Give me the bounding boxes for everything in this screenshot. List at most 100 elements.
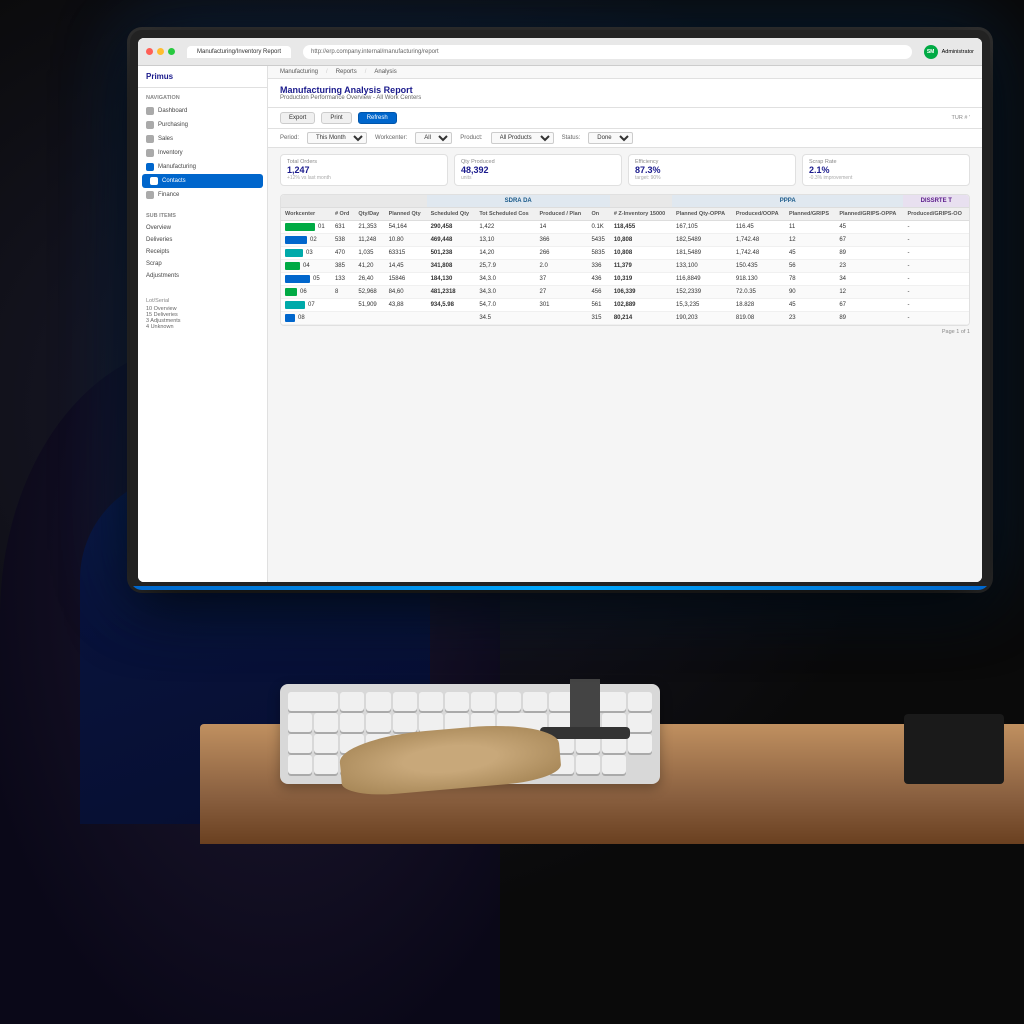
browser-chrome: Manufacturing/Inventory Report http://er… — [138, 38, 982, 66]
table-row[interactable]: 06 8 52,968 84,60 481,2318 34,3.0 27 456… — [281, 286, 969, 299]
sidebar-item-scrap[interactable]: Scrap — [138, 258, 267, 270]
sidebar-label-adjustments: Adjustments — [146, 273, 179, 279]
th-ord[interactable]: # Ord — [331, 208, 354, 221]
key[interactable] — [314, 755, 338, 774]
cell-plan-oppa: 152,2339 — [672, 286, 732, 299]
cell-workcenter: 06 — [281, 286, 331, 299]
th-qty-day[interactable]: Qty/Day — [354, 208, 384, 221]
key[interactable] — [393, 692, 417, 711]
window-minimize-dot[interactable] — [157, 48, 164, 55]
sidebar-item-inventory[interactable]: Inventory — [138, 146, 267, 160]
th-plan-grips[interactable]: Planned/GRIPS — [785, 208, 835, 221]
sidebar-item-contacts[interactable]: Contacts — [142, 174, 263, 188]
cell-plan-oppa: 116,8849 — [672, 273, 732, 286]
table-row[interactable]: 02 538 11,248 10.80 469,448 13,10 366 54… — [281, 234, 969, 247]
cell-tot-sched: 34.5 — [475, 312, 535, 325]
cell-prod-oopa: 18.828 — [732, 299, 785, 312]
card-orders-sub: +12% vs last month — [287, 175, 441, 181]
table-row[interactable]: 08 34.5 315 80,214 190,203 819.08 23 89 … — [281, 312, 969, 325]
cell-plan-grips: 45 — [785, 299, 835, 312]
breadcrumb-mfg[interactable]: Manufacturing — [280, 69, 318, 75]
cell-prod-oopa: 819.08 — [732, 312, 785, 325]
filter-status-label: Status: — [562, 135, 581, 141]
sidebar-item-finance[interactable]: Finance — [138, 188, 267, 202]
key[interactable] — [497, 692, 521, 711]
key[interactable] — [628, 713, 652, 732]
table-row[interactable]: 01 631 21,353 54,164 290,458 1,422 14 0.… — [281, 221, 969, 234]
key[interactable] — [288, 755, 312, 774]
th-plan-grips-oppa[interactable]: Planned/GRIPS-OPPA — [835, 208, 903, 221]
sidebar-num-4: 4 Unknown — [146, 324, 259, 330]
breadcrumb-reports[interactable]: Reports — [336, 69, 357, 75]
filter-status-select[interactable]: Done — [588, 132, 633, 144]
sidebar-item-adjustments[interactable]: Adjustments — [138, 270, 267, 282]
table-row[interactable]: 04 385 41,20 14,45 341,808 25,7.9 2.0 33… — [281, 260, 969, 273]
key[interactable] — [314, 734, 338, 753]
card-qty-sub: units — [461, 175, 615, 181]
key[interactable] — [445, 692, 469, 711]
card-scrap-value: 2.1% — [809, 165, 963, 175]
cell-z-inv: 10,319 — [610, 273, 672, 286]
sidebar-item-sales[interactable]: Sales — [138, 132, 267, 146]
mfg-icon — [146, 163, 154, 171]
key[interactable] — [340, 692, 364, 711]
th-sched-qty[interactable]: Scheduled Qty — [427, 208, 476, 221]
browser-tab[interactable]: Manufacturing/Inventory Report — [187, 46, 291, 58]
key[interactable] — [340, 713, 364, 732]
sidebar-item-overview[interactable]: Overview — [138, 222, 267, 234]
cell-on: 5435 — [587, 234, 609, 247]
th-plan-oppa[interactable]: Planned Qty-OPPA — [672, 208, 732, 221]
cell-workcenter: 03 — [281, 247, 331, 260]
th-on[interactable]: On — [587, 208, 609, 221]
filter-prod-select[interactable]: All Products — [491, 132, 554, 144]
sidebar-nav: Navigation Dashboard Purchasing — [138, 88, 267, 206]
cell-qty-day: 52,968 — [354, 286, 384, 299]
th-tot-sched[interactable]: Tot Scheduled Cos — [475, 208, 535, 221]
sidebar-item-manufacturing[interactable]: Manufacturing — [138, 160, 267, 174]
key[interactable] — [628, 692, 652, 711]
th-planned[interactable]: Planned Qty — [385, 208, 427, 221]
th-prod-grips[interactable]: Produced/GRIPS-OO — [903, 208, 969, 221]
key[interactable] — [576, 755, 600, 774]
key[interactable] — [366, 692, 390, 711]
key[interactable] — [314, 713, 338, 732]
key[interactable] — [523, 692, 547, 711]
key[interactable] — [288, 734, 312, 753]
sidebar-item-purchasing[interactable]: Purchasing — [138, 118, 267, 132]
window-close-dot[interactable] — [146, 48, 153, 55]
th-prod-plan[interactable]: Produced / Plan — [535, 208, 587, 221]
table-row[interactable]: 07 51,909 43,88 934,5.98 54,7.0 301 561 … — [281, 299, 969, 312]
window-maximize-dot[interactable] — [168, 48, 175, 55]
key[interactable] — [393, 713, 417, 732]
sidebar-item-deliveries[interactable]: Deliveries — [138, 234, 267, 246]
key[interactable] — [288, 713, 312, 732]
cell-planned: 10.80 — [385, 234, 427, 247]
key[interactable] — [602, 755, 626, 774]
th-prod-oopa[interactable]: Produced/OOPA — [732, 208, 785, 221]
page-header: Manufacturing Analysis Report Production… — [268, 79, 982, 108]
table-row[interactable]: 05 133 26,40 15846 184,130 34,3.0 37 436… — [281, 273, 969, 286]
cell-prod-grips: - — [903, 299, 969, 312]
key[interactable] — [628, 734, 652, 753]
key[interactable] — [419, 692, 443, 711]
filter-wc-select[interactable]: All — [415, 132, 452, 144]
filter-period-select[interactable]: This Month — [307, 132, 367, 144]
table-row[interactable]: 03 470 1,035 63315 501,238 14,20 266 583… — [281, 247, 969, 260]
dashboard-icon — [146, 107, 154, 115]
export-button[interactable]: Export — [280, 112, 315, 124]
print-button[interactable]: Print — [321, 112, 351, 124]
refresh-button[interactable]: Refresh — [358, 112, 397, 124]
sidebar-item-dashboard[interactable]: Dashboard — [138, 104, 267, 118]
key[interactable] — [471, 692, 495, 711]
sidebar-item-receipts[interactable]: Receipts — [138, 246, 267, 258]
cell-plan-grips: 23 — [785, 312, 835, 325]
breadcrumb-analysis[interactable]: Analysis — [374, 69, 396, 75]
key[interactable] — [366, 713, 390, 732]
cell-sched-qty: 341,808 — [427, 260, 476, 273]
th-z-inv[interactable]: # Z-Inventory 15000 — [610, 208, 672, 221]
url-bar[interactable]: http://erp.company.internal/manufacturin… — [303, 45, 912, 59]
key[interactable] — [288, 692, 338, 711]
data-section: Total Orders 1,247 +12% vs last month Qt… — [268, 148, 982, 344]
cell-prod-plan: 266 — [535, 247, 587, 260]
th-workcenter[interactable]: Workcenter — [281, 208, 331, 221]
